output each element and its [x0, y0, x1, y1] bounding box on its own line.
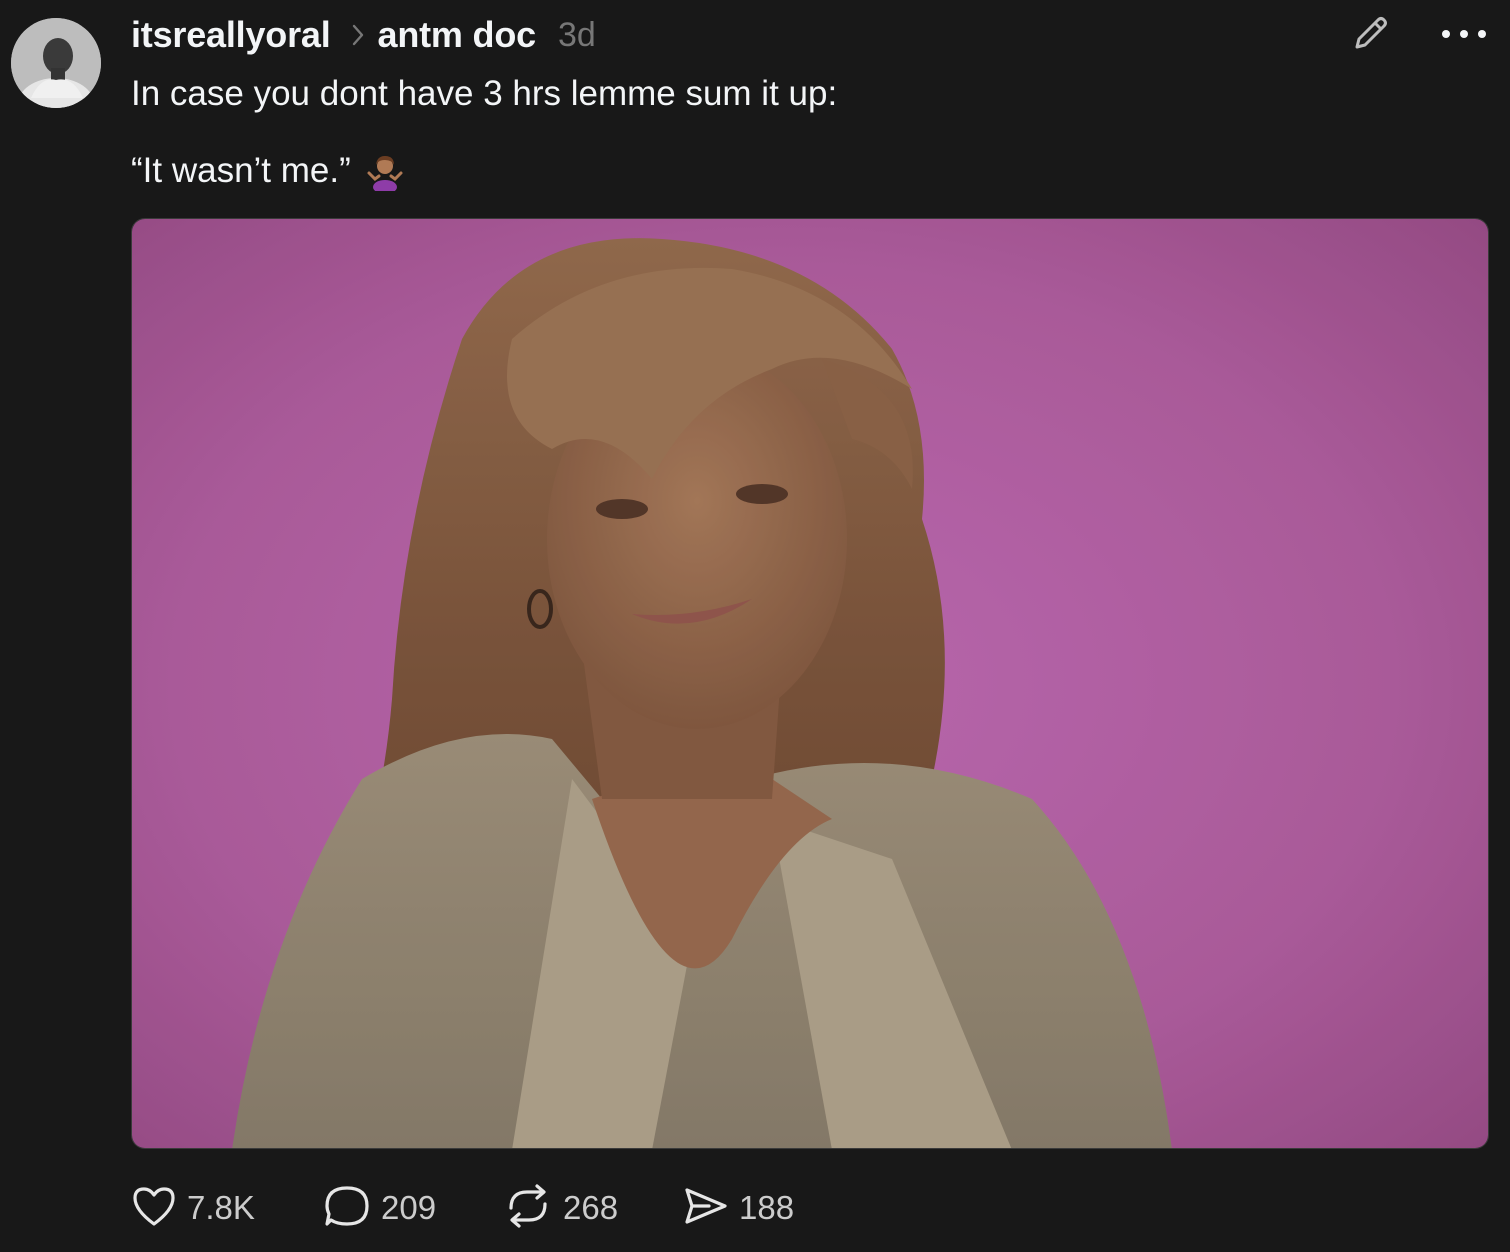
author-avatar[interactable]: [11, 18, 101, 108]
reply-button[interactable]: 209: [323, 1184, 503, 1233]
more-dots-icon: [1440, 27, 1488, 45]
share-count: 188: [739, 1189, 795, 1226]
post-actions: 7.8K 209 268 188: [131, 1180, 823, 1236]
like-count: 7.8K: [187, 1189, 255, 1226]
speech-bubble-icon: [323, 1184, 371, 1233]
chevron-right-icon: [351, 23, 365, 47]
author-username[interactable]: itsreallyoral: [131, 14, 331, 56]
post-text-line-2: “It wasn’t me.”: [131, 151, 405, 191]
heart-icon: [131, 1185, 177, 1232]
repost-icon: [503, 1183, 553, 1233]
reply-count: 209: [381, 1189, 437, 1226]
repost-count: 268: [563, 1189, 619, 1226]
pencil-icon: [1349, 13, 1391, 60]
quote-text: “It wasn’t me.”: [131, 151, 351, 190]
send-icon: [683, 1185, 729, 1232]
share-button[interactable]: 188: [683, 1185, 823, 1232]
repost-button[interactable]: 268: [503, 1183, 683, 1233]
topic-tag[interactable]: antm doc: [378, 14, 537, 56]
person-shrugging-emoji: [365, 151, 405, 191]
more-options-button[interactable]: [1436, 14, 1492, 58]
like-button[interactable]: 7.8K: [131, 1185, 323, 1232]
post-photo[interactable]: [131, 218, 1489, 1149]
post-timestamp[interactable]: 3d: [558, 16, 596, 55]
edit-button[interactable]: [1346, 12, 1394, 60]
post-text-line-1: In case you dont have 3 hrs lemme sum it…: [131, 74, 838, 113]
post-header: itsreallyoral antm doc 3d: [131, 12, 596, 58]
